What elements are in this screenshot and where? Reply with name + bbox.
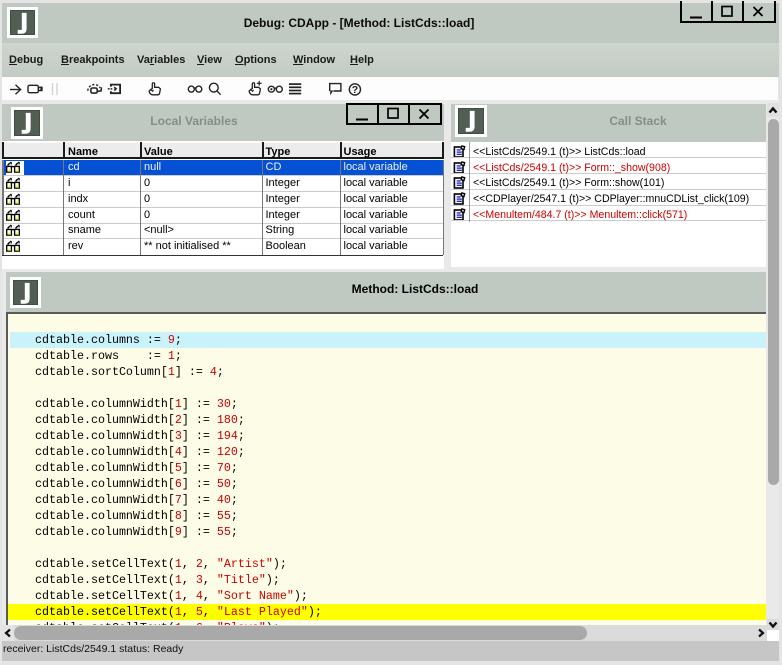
svg-text:?: ? [352, 84, 358, 96]
